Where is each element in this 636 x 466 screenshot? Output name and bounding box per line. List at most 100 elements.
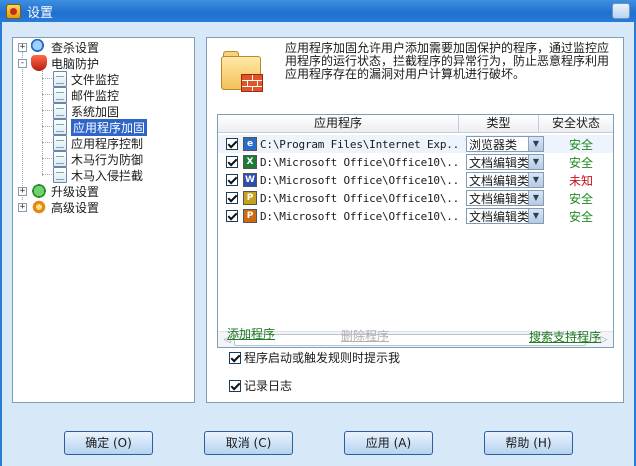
row-checkbox[interactable] bbox=[226, 174, 238, 186]
page-icon bbox=[53, 103, 67, 119]
apply-button[interactable]: 应用 (A) bbox=[344, 431, 433, 455]
log-checkbox[interactable] bbox=[229, 379, 241, 392]
tree-item-app-control[interactable]: 应用程序控制 bbox=[53, 135, 143, 151]
table-row[interactable]: X D:\Microsoft Office\Office10\... 文档编辑类… bbox=[218, 153, 613, 171]
tree-item-label: 木马入侵拦截 bbox=[71, 168, 144, 183]
row-checkbox[interactable] bbox=[226, 210, 238, 222]
tree-item-label: 文件监控 bbox=[71, 72, 120, 87]
type-select[interactable]: 文档编辑类 ▼ bbox=[466, 190, 544, 206]
app-path: D:\Microsoft Office\Office10\... bbox=[260, 173, 458, 187]
panel-description: 应用程序加固允许用户添加需要加固保护的程序，通过监控应用程序的运行状态，拦截程序… bbox=[285, 41, 610, 81]
log-option[interactable]: 记录日志 bbox=[229, 377, 292, 394]
column-header-app[interactable]: 应用程序 bbox=[218, 115, 459, 133]
tree-guide-line bbox=[42, 110, 52, 111]
tree-item-label: 应用程序控制 bbox=[71, 136, 144, 151]
chevron-down-icon[interactable]: ▼ bbox=[528, 137, 543, 151]
type-select[interactable]: 文档编辑类 ▼ bbox=[466, 172, 544, 188]
table-row[interactable]: e C:\Program Files\Internet Exp... 浏览器类 … bbox=[218, 135, 613, 153]
tree-item-label: 系统加固 bbox=[71, 104, 120, 119]
column-header-status[interactable]: 安全状态 bbox=[539, 115, 613, 133]
tree-item-advanced-settings[interactable]: + 高级设置 bbox=[18, 199, 99, 215]
status-text: 安全 bbox=[568, 191, 593, 206]
tree-guide-line bbox=[42, 126, 52, 127]
tree-item-label: 查杀设置 bbox=[51, 40, 100, 55]
table-row[interactable]: W D:\Microsoft Office\Office10\... 文档编辑类… bbox=[218, 171, 613, 189]
tree-item-label-selected: 应用程序加固 bbox=[71, 118, 148, 136]
table-row[interactable]: P D:\Microsoft Office\Office10\... 文档编辑类… bbox=[218, 189, 613, 207]
tree-item-label: 邮件监控 bbox=[71, 88, 120, 103]
title-bar: 设置 bbox=[0, 0, 636, 22]
tree-item-system-hardening[interactable]: 系统加固 bbox=[53, 103, 119, 119]
settings-tree: + 查杀设置 - 电脑防护 文件监控 邮件监控 系统加固 应用程序加固 应用程序… bbox=[12, 37, 195, 403]
tree-item-app-hardening[interactable]: 应用程序加固 bbox=[53, 118, 148, 136]
status-text: 安全 bbox=[568, 155, 593, 170]
folder-firewall-icon bbox=[221, 48, 265, 96]
chevron-down-icon[interactable]: ▼ bbox=[528, 209, 543, 223]
prompt-option-label: 程序启动或触发规则时提示我 bbox=[244, 351, 401, 365]
type-select-value: 浏览器类 bbox=[469, 137, 518, 152]
publisher-icon: P bbox=[243, 191, 257, 205]
remove-program-link[interactable]: 删除程序 bbox=[341, 327, 389, 344]
tree-guide-line bbox=[42, 142, 52, 143]
app-logo-icon bbox=[6, 3, 21, 19]
row-checkbox[interactable] bbox=[226, 138, 238, 150]
tree-item-pc-protection[interactable]: - 电脑防护 bbox=[18, 55, 99, 71]
table-row[interactable]: P D:\Microsoft Office\Office10\... 文档编辑类… bbox=[218, 207, 613, 225]
powerpoint-icon: P bbox=[243, 209, 257, 223]
tree-guide-line bbox=[42, 68, 43, 176]
row-checkbox[interactable] bbox=[226, 156, 238, 168]
tree-item-upgrade-settings[interactable]: + 升级设置 bbox=[18, 183, 99, 199]
search-supported-link[interactable]: 搜索支持程序 bbox=[529, 328, 601, 345]
page-icon bbox=[53, 151, 67, 167]
prompt-option[interactable]: 程序启动或触发规则时提示我 bbox=[229, 349, 400, 366]
page-icon bbox=[53, 135, 67, 151]
status-text: 未知 bbox=[568, 173, 593, 188]
status-text: 安全 bbox=[568, 137, 593, 152]
app-path: D:\Microsoft Office\Office10\... bbox=[260, 155, 458, 169]
type-select[interactable]: 文档编辑类 ▼ bbox=[466, 208, 544, 224]
row-checkbox[interactable] bbox=[226, 192, 238, 204]
add-program-link[interactable]: 添加程序 bbox=[227, 325, 275, 342]
close-button[interactable] bbox=[612, 3, 630, 19]
log-option-label: 记录日志 bbox=[244, 379, 293, 393]
expand-icon[interactable]: + bbox=[18, 42, 27, 52]
cancel-button[interactable]: 取消 (C) bbox=[204, 431, 293, 455]
page-icon bbox=[53, 71, 67, 87]
tree-item-trojan-behavior[interactable]: 木马行为防御 bbox=[53, 151, 143, 167]
collapse-icon[interactable]: - bbox=[18, 58, 27, 68]
tree-item-label: 电脑防护 bbox=[51, 56, 100, 71]
tree-item-scan-settings[interactable]: + 查杀设置 bbox=[18, 39, 99, 55]
tree-item-file-monitor[interactable]: 文件监控 bbox=[53, 71, 119, 87]
tree-guide-line bbox=[42, 94, 52, 95]
app-path: D:\Microsoft Office\Office10\... bbox=[260, 209, 458, 223]
app-path: C:\Program Files\Internet Exp... bbox=[260, 137, 458, 151]
upgrade-icon bbox=[31, 183, 47, 199]
type-select[interactable]: 文档编辑类 ▼ bbox=[466, 154, 544, 170]
tree-item-label: 升级设置 bbox=[51, 184, 100, 199]
app-hardening-panel: 应用程序加固允许用户添加需要加固保护的程序，通过监控应用程序的运行状态，拦截程序… bbox=[206, 37, 624, 403]
type-select-value: 文档编辑类 bbox=[469, 191, 528, 206]
excel-icon: X bbox=[243, 155, 257, 169]
page-icon bbox=[53, 167, 67, 183]
shield-icon bbox=[31, 55, 47, 71]
page-icon bbox=[53, 87, 67, 103]
column-header-type[interactable]: 类型 bbox=[459, 115, 539, 133]
help-button[interactable]: 帮助 (H) bbox=[484, 431, 573, 455]
tree-guide-line bbox=[42, 158, 52, 159]
expand-icon[interactable]: + bbox=[18, 186, 27, 196]
internet-explorer-icon: e bbox=[243, 137, 257, 151]
type-select-value: 文档编辑类 bbox=[469, 155, 528, 170]
prompt-checkbox[interactable] bbox=[229, 351, 241, 364]
type-select-value: 文档编辑类 bbox=[469, 209, 528, 224]
chevron-down-icon[interactable]: ▼ bbox=[528, 191, 543, 205]
page-icon bbox=[53, 119, 67, 135]
ok-button[interactable]: 确定 (O) bbox=[64, 431, 153, 455]
word-icon: W bbox=[243, 173, 257, 187]
tree-item-trojan-intrusion[interactable]: 木马入侵拦截 bbox=[53, 167, 143, 183]
chevron-down-icon[interactable]: ▼ bbox=[528, 173, 543, 187]
chevron-down-icon[interactable]: ▼ bbox=[528, 155, 543, 169]
type-select[interactable]: 浏览器类 ▼ bbox=[466, 136, 544, 152]
expand-icon[interactable]: + bbox=[18, 202, 27, 212]
tree-guide-line bbox=[42, 174, 52, 175]
tree-item-mail-monitor[interactable]: 邮件监控 bbox=[53, 87, 119, 103]
